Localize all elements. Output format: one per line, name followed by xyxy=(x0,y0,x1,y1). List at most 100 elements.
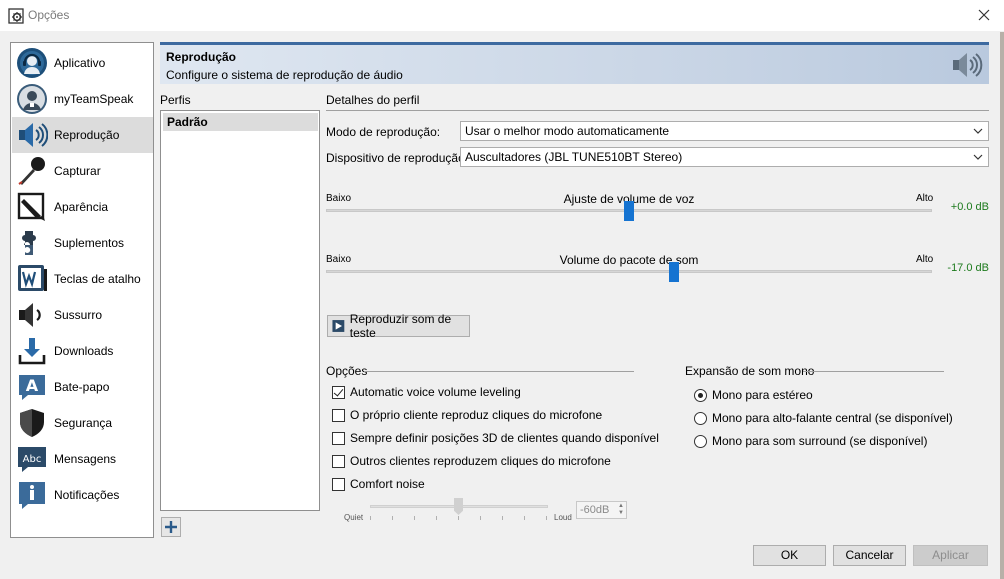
microphone-icon xyxy=(16,155,48,187)
slider-high-label: Alto xyxy=(916,193,934,204)
sidebar-item-label: Teclas de atalho xyxy=(54,272,141,286)
sidebar-item-sussurro[interactable]: Sussurro xyxy=(12,297,153,333)
mono-expansion-group-title: Expansão de som mono xyxy=(685,364,815,378)
sidebar-item-aparencia[interactable]: Aparência xyxy=(12,189,153,225)
sidebar-item-label: Mensagens xyxy=(54,452,117,466)
radio-button[interactable] xyxy=(694,411,707,425)
radio-label: Mono para estéreo xyxy=(712,388,813,402)
profiles-label: Perfis xyxy=(160,93,191,107)
mono-to-stereo-radio[interactable]: Mono para estéreo xyxy=(694,387,813,403)
quiet-label: Quiet xyxy=(344,513,364,522)
puzzle-icon xyxy=(16,227,48,259)
message-abc-icon: Abc xyxy=(16,443,48,475)
page-subtitle: Configure o sistema de reprodução de áud… xyxy=(166,68,403,82)
settings-app-icon xyxy=(8,8,24,24)
sound-pack-volume-handle[interactable] xyxy=(669,262,679,282)
mono-to-center-radio[interactable]: Mono para alto-falante central (se dispo… xyxy=(694,410,953,426)
radio-button[interactable] xyxy=(694,434,707,448)
voice-volume-handle[interactable] xyxy=(624,201,634,221)
sidebar-item-label: Sussurro xyxy=(54,308,103,322)
tick-mark xyxy=(524,516,525,520)
checkbox-label: Outros clientes reproduzem cliques do mi… xyxy=(350,454,611,468)
sound-pack-volume-track[interactable] xyxy=(326,270,932,273)
sidebar-item-label: Bate-papo xyxy=(54,380,110,394)
svg-text:A: A xyxy=(26,376,39,395)
divider xyxy=(803,371,944,372)
sidebar-item-label: Aparência xyxy=(54,200,109,214)
sidebar-item-mensagens[interactable]: Abc Mensagens xyxy=(12,441,153,477)
tick-mark xyxy=(546,516,547,520)
list-item[interactable]: Padrão xyxy=(163,113,318,131)
ok-button[interactable]: OK xyxy=(753,545,826,566)
add-profile-button[interactable] xyxy=(161,517,181,537)
sidebar-item-label: Segurança xyxy=(54,416,113,430)
sidebar-item-myteamspeak[interactable]: myTeamSpeak xyxy=(12,81,153,117)
category-sidebar: Aplicativo myTeamSpeak Reprodução Captur… xyxy=(10,42,154,538)
playback-device-label: Dispositivo de reprodução: xyxy=(326,151,469,165)
download-icon xyxy=(16,335,48,367)
sidebar-item-bate-papo[interactable]: A Bate-papo xyxy=(12,369,153,405)
sidebar-item-capturar[interactable]: Capturar xyxy=(12,153,153,189)
keyboard-w-icon xyxy=(16,263,48,295)
comfort-noise-value: -60dB xyxy=(580,504,610,516)
sidebar-item-aplicativo[interactable]: Aplicativo xyxy=(12,45,153,81)
radio-button[interactable] xyxy=(694,388,707,402)
slider-high-label: Alto xyxy=(916,254,934,265)
mono-to-surround-radio[interactable]: Mono para som surround (se disponível) xyxy=(694,433,927,449)
checkbox-box[interactable] xyxy=(332,454,345,468)
sidebar-item-seguranca[interactable]: Segurança xyxy=(12,405,153,441)
radio-label: Mono para alto-falante central (se dispo… xyxy=(712,411,953,425)
auto-voice-leveling-checkbox[interactable]: Automatic voice volume leveling xyxy=(332,384,521,400)
chevron-down-icon xyxy=(973,154,983,160)
voice-volume-slider-group: Baixo Ajuste de volume de voz Alto +0.0 … xyxy=(326,192,989,233)
sound-pack-volume-value: -17.0 dB xyxy=(947,262,989,274)
close-button[interactable] xyxy=(970,2,998,28)
playback-device-select[interactable]: Auscultadores (JBL TUNE510BT Stereo) xyxy=(460,147,989,167)
options-group-title: Opções xyxy=(326,364,368,378)
close-icon xyxy=(978,9,990,21)
tick-mark xyxy=(480,516,481,520)
sidebar-item-label: Notificações xyxy=(54,488,120,502)
apply-button[interactable]: Aplicar xyxy=(913,545,988,566)
tick-mark xyxy=(414,516,415,520)
sidebar-item-reproducao[interactable]: Reprodução xyxy=(12,117,153,153)
3d-positions-checkbox[interactable]: Sempre definir posições 3D de clientes q… xyxy=(332,430,659,446)
user-icon xyxy=(16,83,48,115)
checkbox-box[interactable] xyxy=(332,385,345,399)
sidebar-item-label: Reprodução xyxy=(54,128,120,142)
divider xyxy=(326,110,989,111)
sidebar-item-downloads[interactable]: Downloads xyxy=(12,333,153,369)
checkbox-box[interactable] xyxy=(332,477,345,491)
title-bar: Opções xyxy=(0,0,1004,31)
sidebar-item-suplementos[interactable]: Suplementos xyxy=(12,225,153,261)
comfort-noise-handle xyxy=(454,498,463,515)
tick-mark xyxy=(370,516,371,520)
profiles-list[interactable]: Padrão xyxy=(160,110,320,511)
profile-details-label: Detalhes do perfil xyxy=(326,93,420,107)
play-test-sound-button[interactable]: Reproduzir som de teste xyxy=(327,312,470,340)
loud-label: Loud xyxy=(554,513,572,522)
sound-pack-volume-title: Volume do pacote de som xyxy=(559,253,699,267)
spin-arrows-icon: ▲ ▼ xyxy=(618,503,624,516)
other-mic-clicks-checkbox[interactable]: Outros clientes reproduzem cliques do mi… xyxy=(332,453,611,469)
whisper-speaker-icon xyxy=(16,299,48,331)
tick-mark xyxy=(502,516,503,520)
tick-mark xyxy=(392,516,393,520)
checkbox-box[interactable] xyxy=(332,431,345,445)
comfort-noise-spinbox: -60dB ▲ ▼ xyxy=(576,501,627,519)
own-mic-clicks-checkbox[interactable]: O próprio cliente reproduz cliques do mi… xyxy=(332,407,602,423)
playback-device-value: Auscultadores (JBL TUNE510BT Stereo) xyxy=(465,150,683,164)
checkbox-label: Automatic voice volume leveling xyxy=(350,385,521,399)
sidebar-item-notificacoes[interactable]: Notificações xyxy=(12,477,153,513)
playback-mode-label: Modo de reprodução: xyxy=(326,125,441,139)
chat-a-icon: A xyxy=(16,371,48,403)
checkbox-box[interactable] xyxy=(332,408,345,422)
checkbox-label: Comfort noise xyxy=(350,477,425,491)
comfort-noise-checkbox[interactable]: Comfort noise xyxy=(332,476,425,492)
shield-icon xyxy=(16,407,48,439)
cancel-button[interactable]: Cancelar xyxy=(833,545,906,566)
speaker-icon xyxy=(16,119,48,151)
page-title: Reprodução xyxy=(166,50,237,64)
playback-mode-select[interactable]: Usar o melhor modo automaticamente xyxy=(460,121,989,141)
sidebar-item-teclas-de-atalho[interactable]: Teclas de atalho xyxy=(12,261,153,297)
